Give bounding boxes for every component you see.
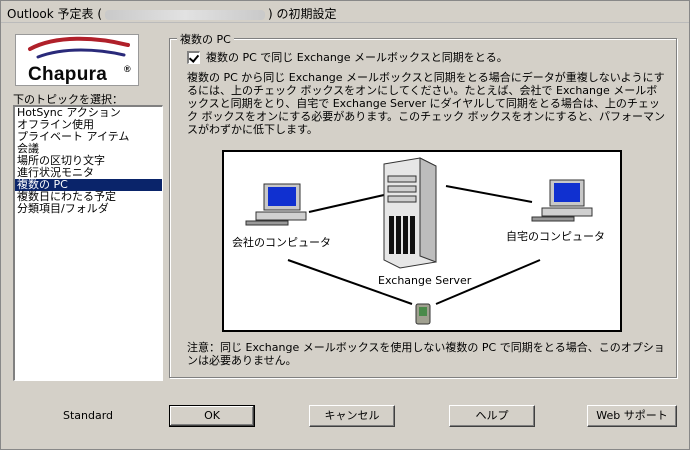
topic-list[interactable]: HotSync アクション オフライン使用 プライベート アイテム 会議 場所の区切り文…	[13, 105, 163, 381]
description-text: 複数の PC から同じ Exchange メールボックスと同期をとる場合にデータ…	[187, 71, 666, 136]
office-server-line	[308, 194, 385, 213]
cancel-button[interactable]: キャンセル	[309, 405, 395, 427]
help-button[interactable]: ヘルプ	[449, 405, 535, 427]
window-title-prefix: Outlook 予定表 (	[7, 7, 103, 21]
web-support-button[interactable]: Web サポート	[587, 405, 677, 427]
preferences-dialog: Outlook 予定表 () の初期設定 Chapura ® 下のトピックを選択…	[0, 0, 690, 450]
logo-registered-mark: ®	[124, 64, 131, 74]
topic-item[interactable]: 分類項目/フォルダ	[15, 203, 162, 215]
home-server-line	[445, 185, 533, 203]
office-computer-icon	[245, 183, 307, 226]
multi-pc-checkbox-row[interactable]: 複数の PC で同じ Exchange メールボックスと同期をとる。	[187, 49, 508, 65]
exchange-server-label: Exchange Server	[378, 274, 472, 287]
title-bar: Outlook 予定表 ( ) の初期設定	[1, 1, 689, 23]
office-computer-label: 会社のコンピュータ	[232, 236, 331, 249]
multi-pc-checkbox-label[interactable]: 複数の PC で同じ Exchange メールボックスと同期をとる。	[206, 49, 508, 65]
multi-pc-checkbox[interactable]	[187, 50, 200, 64]
logo-text: Chapura	[28, 64, 108, 85]
handheld-device-icon	[415, 303, 431, 325]
redacted-user-name	[105, 9, 266, 20]
exchange-server-icon	[383, 157, 437, 269]
home-computer-label: 自宅のコンピュータ	[506, 230, 605, 243]
window-title: Outlook 予定表 ( ) の初期設定	[7, 5, 337, 22]
window-title-suffix: ) の初期設定	[268, 7, 337, 21]
ok-button[interactable]: OK	[169, 405, 255, 427]
group-legend: 複数の PC	[177, 31, 234, 47]
sync-diagram: 会社のコンピュータ 自宅のコンピュータ Exchange Server	[222, 150, 622, 332]
standard-label: Standard	[63, 409, 114, 422]
home-computer-icon	[531, 179, 593, 222]
note-text: 注意：同じ Exchange メールボックスを使用しない複数の PC で同期をと…	[187, 341, 665, 367]
chapura-logo: Chapura ®	[15, 34, 139, 86]
